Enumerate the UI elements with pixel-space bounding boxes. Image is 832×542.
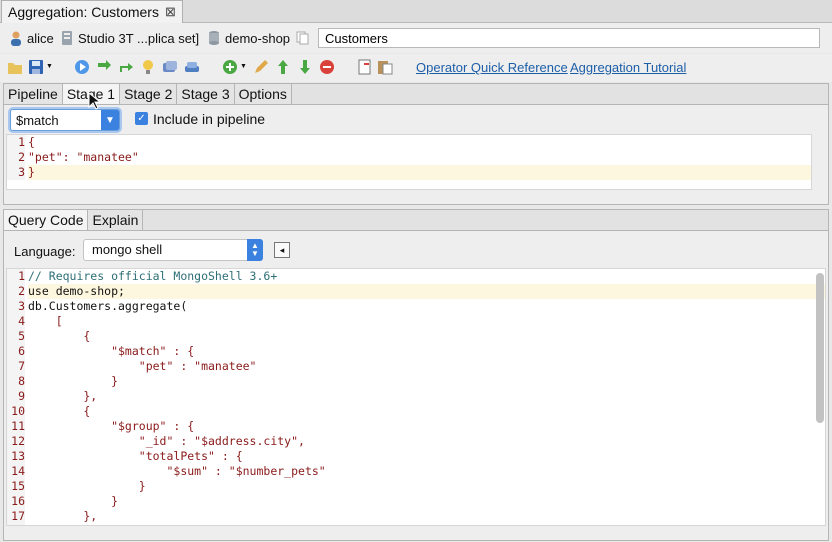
database-item: demo-shop [207,30,290,46]
tab-stage-3[interactable]: Stage 3 [177,84,235,104]
open-folder-icon[interactable] [6,58,24,76]
code-line: { [28,135,35,149]
code-line: [ [28,314,63,328]
query-tabs: Query Code Explain [4,210,828,231]
code-line: }, [28,389,98,403]
connection-bar: alice Studio 3T ...plica set] demo-shop [0,23,832,53]
database-label: demo-shop [225,30,291,46]
include-in-pipeline-checkbox[interactable]: ✓ [135,112,148,125]
server-icon [62,31,72,45]
query-code-panel: Query Code Explain Language: mongo shell… [3,209,829,541]
mouse-cursor-icon [88,92,100,110]
collection-icon [296,31,309,45]
code-line: "$match" : { [28,344,195,358]
server-item: Studio 3T ...plica set] [60,30,199,46]
step-to-icon[interactable] [117,58,135,76]
edit-stage-icon[interactable] [252,58,270,76]
step-forward-icon[interactable] [95,58,113,76]
tab-pipeline[interactable]: Pipeline [4,84,63,104]
query-code-lines: // Requires official MongoShell 3.6+ use… [28,269,825,524]
copy-icon[interactable] [356,58,374,76]
operator-select-value: $match [16,113,59,128]
save-icon[interactable] [27,58,45,76]
code-line: "totalPets" : { [28,449,243,463]
move-up-icon[interactable] [274,58,292,76]
remove-stage-icon[interactable] [318,58,336,76]
stage-panel: Pipeline Stage 1 Stage 2 Stage 3 Options… [3,83,829,205]
export-code-icon[interactable]: ◂ [274,242,290,258]
updown-chevron-icon[interactable]: ▲ ▼ [247,239,263,261]
code-line: "_id" : "$address.city", [28,434,305,448]
database-icon [209,31,219,45]
tab-explain[interactable]: Explain [88,210,144,230]
code-line: } [28,374,119,388]
operator-quick-reference-link[interactable]: Operator Quick Reference [416,60,568,75]
move-down-icon[interactable] [296,58,314,76]
layers-icon[interactable] [183,58,201,76]
query-code-editor[interactable]: 1 2 3 4 5 6 7 8 9 10 11 12 13 14 15 16 17 // Requires of… [6,268,826,526]
code-line: } [28,494,119,508]
run-icon[interactable] [73,58,91,76]
tab-query-code[interactable]: Query Code [4,210,89,230]
code-line: "$group" : { [28,419,195,433]
stage-code-lines: { "pet": "manatee" } [28,135,811,180]
stage-line-numbers: 123 [7,135,25,180]
bulb-icon[interactable] [139,58,157,76]
query-line-numbers: 1 2 3 4 5 6 7 8 9 10 11 12 13 14 15 16 17 [7,269,25,525]
language-select-value: mongo shell [92,242,163,257]
code-line: db.Customers.aggregate( [28,299,188,313]
vertical-scrollbar[interactable] [816,273,824,423]
language-label: Language: [14,244,76,259]
code-line: "$sum" : "$number_pets" [28,464,326,478]
explain-icon[interactable] [161,58,179,76]
code-line: } [28,165,811,180]
close-tab-icon[interactable]: ⊠ [165,4,176,20]
user-label: alice [27,30,54,46]
operator-select[interactable]: $match ▼ [10,109,120,131]
save-dropdown-icon[interactable]: ▼ [46,63,53,70]
code-line: { [28,404,91,418]
code-line: } [28,479,146,493]
add-stage-icon[interactable] [221,58,239,76]
collection-field[interactable] [318,28,820,48]
aggregation-tutorial-link[interactable]: Aggregation Tutorial [570,60,686,75]
document-tab[interactable]: Aggregation: Customers ⊠ [1,0,183,23]
stage-code-editor[interactable]: 123 { "pet": "manatee" } [6,134,812,190]
code-line: // Requires official MongoShell 3.6+ [28,269,278,283]
toolbar: ▼ ▼ Operator Quick Reference Aggregation… [0,54,832,82]
include-in-pipeline-label: Include in pipeline [153,111,266,127]
stage-tabs: Pipeline Stage 1 Stage 2 Stage 3 Options [4,84,828,105]
chevron-down-icon[interactable]: ▼ [101,110,119,130]
document-tab-title: Aggregation: Customers [8,4,159,20]
paste-icon[interactable] [376,58,394,76]
add-stage-dropdown-icon[interactable]: ▼ [240,63,247,70]
code-line: use demo-shop; [28,284,825,299]
server-label: Studio 3T ...plica set] [78,30,200,46]
code-line: "pet" : "manatee" [28,359,257,373]
code-line: { [28,329,91,343]
code-line: }, [28,509,98,523]
user-icon [11,31,21,46]
tab-options[interactable]: Options [234,84,292,104]
code-line: "pet": "manatee" [28,150,139,164]
tab-stage-2[interactable]: Stage 2 [120,84,178,104]
user-item: alice [9,30,54,46]
language-select[interactable]: mongo shell ▲ ▼ [83,239,263,261]
